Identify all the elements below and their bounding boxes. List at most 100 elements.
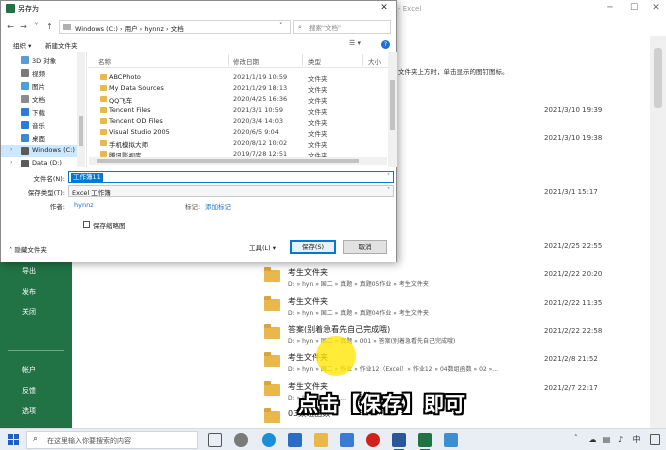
nav-item-downloads[interactable]: 下载 — [1, 106, 85, 118]
chevron-down-icon[interactable]: ˅ — [387, 173, 390, 180]
nav-item-windows-c[interactable]: › Windows (C:) — [1, 145, 85, 157]
chevron-down-icon[interactable]: ˅ — [279, 22, 283, 30]
file-type: 文件夹 — [308, 108, 328, 116]
tools-button[interactable]: 工具(L) ▾ — [249, 242, 276, 252]
chevron-right-icon[interactable]: › — [10, 146, 12, 153]
backstage-scrollbar[interactable] — [650, 36, 666, 428]
file-list-horizontal-scrollbar[interactable] — [89, 157, 387, 165]
nav-item-documents[interactable]: 文档 — [1, 93, 85, 105]
file-explorer-icon[interactable] — [314, 433, 328, 447]
help-icon[interactable]: ? — [381, 40, 390, 49]
author-value[interactable]: hynnz — [74, 201, 94, 209]
recent-locations-icon[interactable]: ˅ — [31, 21, 42, 32]
up-arrow-icon[interactable]: ↑ — [44, 21, 55, 32]
file-row[interactable]: Tencent Files 2021/3/1 10:59 文件夹 — [88, 105, 388, 116]
nav-options[interactable]: 选项 — [22, 406, 36, 416]
nav-item-music[interactable]: 音乐 — [1, 119, 85, 131]
maximize-icon[interactable]: ☐ — [624, 2, 644, 14]
excel-icon[interactable] — [418, 433, 432, 450]
word-icon[interactable] — [392, 433, 406, 450]
cortana-icon[interactable] — [234, 433, 248, 447]
column-separator[interactable] — [362, 54, 363, 66]
nav-item-data-d[interactable]: › Data (D:) — [1, 158, 85, 167]
file-row[interactable]: QQ飞车 2020/4/25 16:36 文件夹 — [88, 94, 388, 105]
column-separator[interactable] — [302, 54, 303, 66]
nav-item-label: 下载 — [32, 109, 45, 117]
file-row[interactable]: Visual Studio 2005 2020/6/5 9:04 文件夹 — [88, 127, 388, 138]
organize-button[interactable]: 组织 ▾ — [13, 40, 31, 50]
save-button[interactable]: 保存(S) — [290, 240, 336, 254]
record-icon[interactable] — [366, 433, 380, 447]
file-list-vertical-scrollbar[interactable] — [388, 52, 397, 167]
network-icon[interactable]: ▤ — [602, 435, 611, 444]
filename-value[interactable]: 工作簿11 — [71, 173, 103, 182]
nav-publish[interactable]: 发布 — [22, 287, 36, 297]
folder-icon — [100, 118, 107, 124]
tray-overflow-icon[interactable]: ˄ — [574, 434, 578, 442]
file-date: 2020/8/12 10:02 — [233, 139, 288, 147]
nav-item-videos[interactable]: 视频 — [1, 67, 85, 79]
scrollbar-thumb[interactable] — [79, 116, 83, 146]
taskbar-search[interactable]: ⌕ 在这里输入你要搜索的内容 — [26, 431, 198, 449]
column-separator[interactable] — [228, 54, 229, 66]
nav-feedback[interactable]: 反馈 — [22, 386, 36, 396]
nav-item-label: 视频 — [32, 70, 45, 78]
cancel-button[interactable]: 取消 — [343, 240, 387, 254]
close-icon[interactable]: ✕ — [646, 2, 666, 14]
filename-field[interactable]: 工作簿11 ˅ — [68, 171, 394, 183]
file-row[interactable]: My Data Sources 2021/1/29 18:13 文件夹 — [88, 83, 388, 94]
nav-item-3d-objects[interactable]: 3D 对象 — [1, 54, 85, 66]
add-tags-link[interactable]: 添加标记 — [205, 201, 231, 211]
nav-item-pictures[interactable]: 图片 — [1, 80, 85, 92]
file-name: 手机模拟大师 — [109, 141, 148, 149]
column-header-size[interactable]: 大小 — [368, 56, 381, 66]
hide-folders-button[interactable]: ˄ 隐藏文件夹 — [9, 244, 47, 254]
nav-export[interactable]: 导出 — [22, 266, 36, 276]
task-view-icon[interactable] — [208, 433, 222, 447]
minimize-icon[interactable]: ─ — [600, 2, 620, 14]
mail-icon[interactable] — [288, 433, 302, 447]
forward-arrow-icon[interactable]: → — [18, 21, 29, 32]
folder-icon — [264, 296, 280, 311]
scrollbar-thumb[interactable] — [97, 159, 359, 163]
nav-account[interactable]: 帐户 — [22, 365, 36, 375]
input-method-icon[interactable]: 中 — [632, 435, 641, 444]
chevron-down-icon[interactable]: ˅ — [387, 187, 390, 194]
column-headers: 名称 修改日期 类型 大小 — [88, 52, 388, 68]
save-thumbnail-label[interactable]: 保存缩略图 — [93, 220, 126, 230]
cloud-icon[interactable]: ☁ — [588, 435, 597, 444]
folder-icon — [100, 74, 107, 80]
chevron-right-icon[interactable]: › — [10, 159, 12, 166]
phone-icon[interactable] — [340, 433, 354, 447]
column-header-name[interactable]: 名称 — [98, 56, 111, 66]
scrollbar-thumb[interactable] — [390, 80, 395, 130]
nav-item-desktop[interactable]: 桌面 — [1, 132, 85, 144]
view-options-icon[interactable]: ☰ ▾ — [349, 39, 365, 50]
dialog-titlebar[interactable]: 另存为 ✕ — [1, 1, 396, 17]
close-icon[interactable]: ✕ — [376, 2, 392, 15]
file-row[interactable]: 手机模拟大师 2020/8/12 10:02 文件夹 — [88, 138, 388, 149]
tags-label: 标记: — [185, 203, 201, 211]
recent-date: 2021/3/10 19:38 — [544, 134, 603, 142]
column-header-date[interactable]: 修改日期 — [233, 56, 259, 66]
new-folder-button[interactable]: 新建文件夹 — [45, 40, 78, 50]
nav-pane-scrollbar[interactable] — [77, 52, 85, 167]
back-arrow-icon[interactable]: ← — [5, 21, 16, 32]
save-thumbnail-checkbox[interactable] — [83, 221, 90, 228]
image-viewer-icon[interactable] — [444, 433, 458, 447]
nav-close[interactable]: 关闭 — [22, 307, 36, 317]
volume-icon[interactable]: ♪ — [616, 435, 625, 444]
filetype-label: 保存类型(T): — [27, 189, 65, 197]
folder-icon — [100, 96, 107, 102]
column-header-type[interactable]: 类型 — [308, 56, 321, 66]
notification-icon[interactable] — [650, 434, 660, 445]
recent-folder-item[interactable]: 考生文件夹 D: » hyn » 国二 » 真题 » 真题05作业 » 考生文件… — [262, 265, 642, 297]
filetype-select[interactable]: Excel 工作簿 ˅ — [68, 185, 394, 197]
address-bar[interactable]: Windows (C:) › 用户 › hynnz › 文档 ˅ — [59, 20, 291, 34]
windows-start-icon[interactable] — [8, 434, 20, 446]
file-row[interactable]: Tencent OD Files 2020/3/4 14:03 文件夹 — [88, 116, 388, 127]
search-input[interactable] — [309, 22, 389, 33]
file-row[interactable]: ABCPhoto 2021/1/19 10:59 文件夹 — [88, 72, 388, 83]
scrollbar-thumb[interactable] — [654, 48, 662, 108]
edge-icon[interactable] — [262, 433, 276, 447]
